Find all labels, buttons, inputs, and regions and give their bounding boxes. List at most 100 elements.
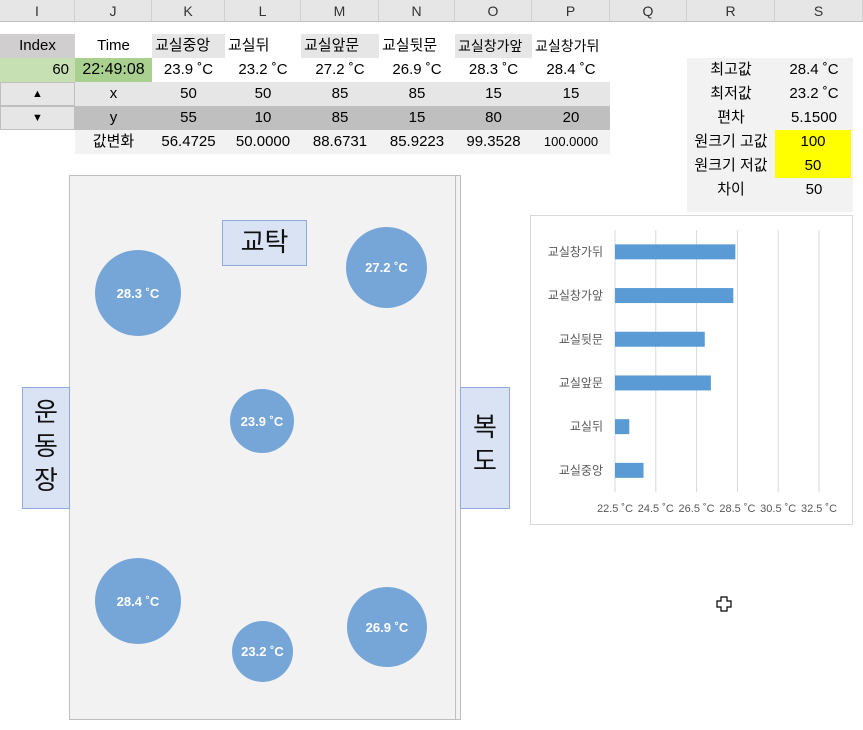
chart-category-label: 교실앞문 bbox=[559, 376, 603, 390]
sensor-back-door[interactable]: 26.9 ˚C bbox=[347, 587, 427, 667]
chart-bar[interactable] bbox=[615, 462, 644, 478]
sensor-center-temp: 23.9 ˚C bbox=[240, 413, 284, 429]
stat-dev-value[interactable]: 5.1500 bbox=[775, 106, 853, 130]
sensor-back[interactable]: 23.2 ˚C bbox=[232, 621, 293, 682]
chart-category-label: 교실뒤 bbox=[570, 420, 603, 434]
col-header-i[interactable]: I bbox=[0, 0, 75, 22]
playground-door-label[interactable]: 운 동 장 bbox=[22, 387, 70, 509]
chart-category-label: 교실창가뒤 bbox=[548, 245, 603, 259]
sensor-front-door[interactable]: 27.2 ˚C bbox=[346, 227, 427, 308]
y-front-door[interactable]: 85 bbox=[301, 106, 379, 130]
y-window-front[interactable]: 80 bbox=[455, 106, 532, 130]
time-value[interactable]: 22:49:08 bbox=[75, 58, 152, 82]
change-back-door[interactable]: 85.9223 bbox=[379, 130, 455, 154]
change-back[interactable]: 50.0000 bbox=[225, 130, 301, 154]
col-header-o[interactable]: O bbox=[455, 0, 532, 22]
col-header-j[interactable]: J bbox=[75, 0, 152, 22]
header-window-front[interactable]: 교실창가앞 bbox=[455, 34, 532, 58]
col-header-s[interactable]: S bbox=[775, 0, 863, 22]
stat-min-value[interactable]: 23.2 ˚C bbox=[775, 82, 853, 106]
change-center[interactable]: 56.4725 bbox=[152, 130, 225, 154]
chart-bar[interactable] bbox=[615, 244, 736, 260]
y-label[interactable]: y bbox=[75, 106, 152, 130]
chart-x-tick-label: 28.5 ˚C bbox=[719, 503, 755, 515]
stat-dev-label[interactable]: 편차 bbox=[687, 106, 775, 130]
x-window-front[interactable]: 15 bbox=[455, 82, 532, 106]
y-back-door[interactable]: 15 bbox=[379, 106, 455, 130]
col-header-p[interactable]: P bbox=[532, 0, 610, 22]
value-window-back[interactable]: 28.4 ˚C bbox=[532, 58, 610, 82]
y-back[interactable]: 10 bbox=[225, 106, 301, 130]
value-front-door[interactable]: 27.2 ˚C bbox=[301, 58, 379, 82]
chart-bar[interactable] bbox=[615, 419, 630, 435]
col-header-r[interactable]: R bbox=[687, 0, 775, 22]
col-header-k[interactable]: K bbox=[152, 0, 225, 22]
x-front-door[interactable]: 85 bbox=[301, 82, 379, 106]
x-center[interactable]: 50 bbox=[152, 82, 225, 106]
chart-bar[interactable] bbox=[615, 331, 705, 347]
sensor-front-door-temp: 27.2 ˚C bbox=[365, 260, 408, 275]
chart-x-tick-label: 26.5 ˚C bbox=[679, 503, 715, 515]
chart-x-tick-label: 30.5 ˚C bbox=[760, 503, 796, 515]
header-window-back[interactable]: 교실창가뒤 bbox=[532, 34, 610, 58]
header-index[interactable]: Index bbox=[0, 34, 75, 58]
temperature-bar-chart[interactable]: 22.5 ˚C 24.5 ˚C 26.5 ˚C 28.5 ˚C 30.5 ˚C 32.5 … bbox=[530, 215, 853, 525]
cursor-icon bbox=[716, 596, 732, 612]
x-label[interactable]: x bbox=[75, 82, 152, 106]
stat-diff-label[interactable]: 차이 bbox=[687, 178, 775, 202]
chart-bar[interactable] bbox=[615, 288, 734, 304]
x-back-door[interactable]: 85 bbox=[379, 82, 455, 106]
stat-max-label[interactable]: 최고값 bbox=[687, 58, 775, 82]
chart-bar[interactable] bbox=[615, 375, 711, 391]
chart-svg: 22.5 ˚C 24.5 ˚C 26.5 ˚C 28.5 ˚C 30.5 ˚C 32.5 … bbox=[548, 230, 837, 515]
change-label[interactable]: 값변화 bbox=[75, 130, 152, 154]
x-window-back[interactable]: 15 bbox=[532, 82, 610, 106]
sensor-center[interactable]: 23.9 ˚C bbox=[230, 389, 294, 453]
stat-circle-low-label[interactable]: 원크기 저값 bbox=[687, 154, 775, 178]
stat-circle-high-value[interactable]: 100 bbox=[775, 130, 851, 154]
stat-circle-high-label[interactable]: 원크기 고값 bbox=[687, 130, 775, 154]
header-front-door[interactable]: 교실앞문 bbox=[301, 34, 379, 58]
value-back[interactable]: 23.2 ˚C bbox=[225, 58, 301, 82]
index-value[interactable]: 60 bbox=[0, 58, 75, 82]
up-button[interactable]: ▲ bbox=[0, 82, 75, 106]
triangle-up-icon: ▲ bbox=[32, 88, 43, 100]
down-button[interactable]: ▼ bbox=[0, 106, 75, 130]
header-time[interactable]: Time bbox=[75, 34, 152, 58]
value-window-front[interactable]: 28.3 ˚C bbox=[455, 58, 532, 82]
y-center[interactable]: 55 bbox=[152, 106, 225, 130]
header-center[interactable]: 교실중앙 bbox=[152, 34, 225, 58]
chart-category-label: 교실중앙 bbox=[559, 463, 603, 477]
hallway-door-label[interactable]: 복 도 bbox=[460, 387, 510, 509]
chart-x-tick-label: 22.5 ˚C bbox=[597, 503, 633, 515]
sensor-window-back-temp: 28.4 ˚C bbox=[116, 593, 160, 609]
value-back-door[interactable]: 26.9 ˚C bbox=[379, 58, 455, 82]
header-back[interactable]: 교실뒤 bbox=[225, 34, 301, 58]
stat-min-label[interactable]: 최저값 bbox=[687, 82, 775, 106]
sensor-back-temp: 23.2 ˚C bbox=[241, 644, 284, 659]
sensor-window-back[interactable]: 28.4 ˚C bbox=[95, 558, 181, 644]
triangle-down-icon: ▼ bbox=[32, 112, 43, 124]
stat-diff-value[interactable]: 50 bbox=[775, 178, 853, 202]
change-front-door[interactable]: 88.6731 bbox=[301, 130, 379, 154]
chart-x-tick-label: 32.5 ˚C bbox=[801, 503, 837, 515]
chart-category-label: 교실뒷문 bbox=[559, 332, 603, 346]
col-header-n[interactable]: N bbox=[379, 0, 455, 22]
col-header-l[interactable]: L bbox=[225, 0, 301, 22]
col-header-m[interactable]: M bbox=[301, 0, 379, 22]
value-center[interactable]: 23.9 ˚C bbox=[152, 58, 225, 82]
col-header-q[interactable]: Q bbox=[610, 0, 687, 22]
sensor-back-door-temp: 26.9 ˚C bbox=[365, 619, 409, 635]
desk-label[interactable]: 교탁 bbox=[222, 220, 307, 266]
chart-x-tick-label: 24.5 ˚C bbox=[638, 503, 674, 515]
chart-category-label: 교실창가앞 bbox=[548, 289, 603, 303]
change-window-back[interactable]: 100.0000 bbox=[532, 130, 610, 154]
sensor-window-front-temp: 28.3 ˚C bbox=[116, 285, 160, 301]
y-window-back[interactable]: 20 bbox=[532, 106, 610, 130]
stat-circle-low-value[interactable]: 50 bbox=[775, 154, 851, 178]
stat-max-value[interactable]: 28.4 ˚C bbox=[775, 58, 853, 82]
sensor-window-front[interactable]: 28.3 ˚C bbox=[95, 250, 181, 336]
change-window-front[interactable]: 99.3528 bbox=[455, 130, 532, 154]
header-back-door[interactable]: 교실뒷문 bbox=[379, 34, 455, 58]
x-back[interactable]: 50 bbox=[225, 82, 301, 106]
